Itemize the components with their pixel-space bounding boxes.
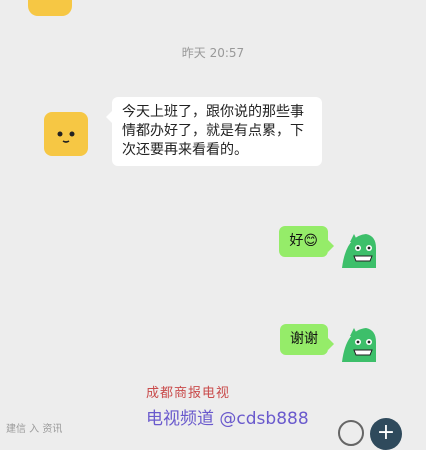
watermark-left-text: 建信 入 资讯 [6,424,63,435]
incoming-message[interactable]: 今天上班了，跟你说的那些事情都办好了，就是有点累，下次还要再来看看的。 [106,97,322,166]
watermark-handle: 电视频道 @cdsb888 [146,409,309,429]
outgoing-message[interactable]: 好😊 [279,226,334,257]
user-avatar[interactable] [336,322,380,366]
contact-avatar[interactable] [44,112,88,156]
incoming-message-text: 今天上班了，跟你说的那些事情都办好了，就是有点累，下次还要再来看看的。 [122,104,304,158]
outgoing-message-text: 谢谢 [290,331,318,347]
avatar-partial[interactable] [28,0,72,16]
outgoing-message[interactable]: 谢谢 [280,324,334,355]
plus-button[interactable]: + [370,418,402,450]
emoji-icon[interactable] [338,420,364,446]
message-timestamp: 昨天 20:57 [181,46,245,60]
watermark-red-text: 成都商报电视 [146,386,231,401]
user-avatar[interactable] [336,228,380,272]
outgoing-message-text: 好😊 [289,233,318,249]
